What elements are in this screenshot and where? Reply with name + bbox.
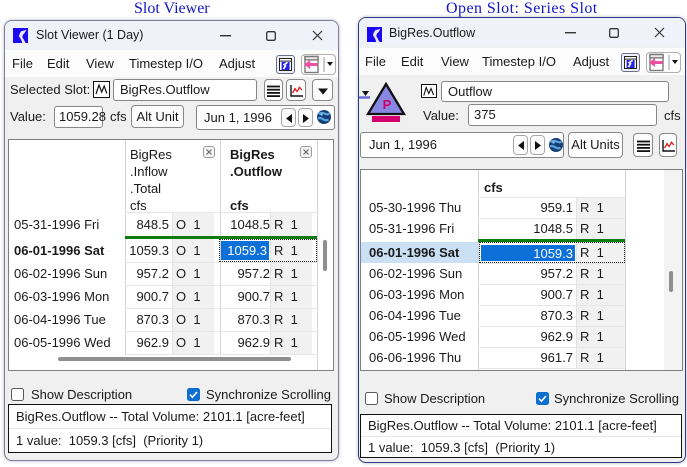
svg-text:P: P (383, 97, 392, 112)
